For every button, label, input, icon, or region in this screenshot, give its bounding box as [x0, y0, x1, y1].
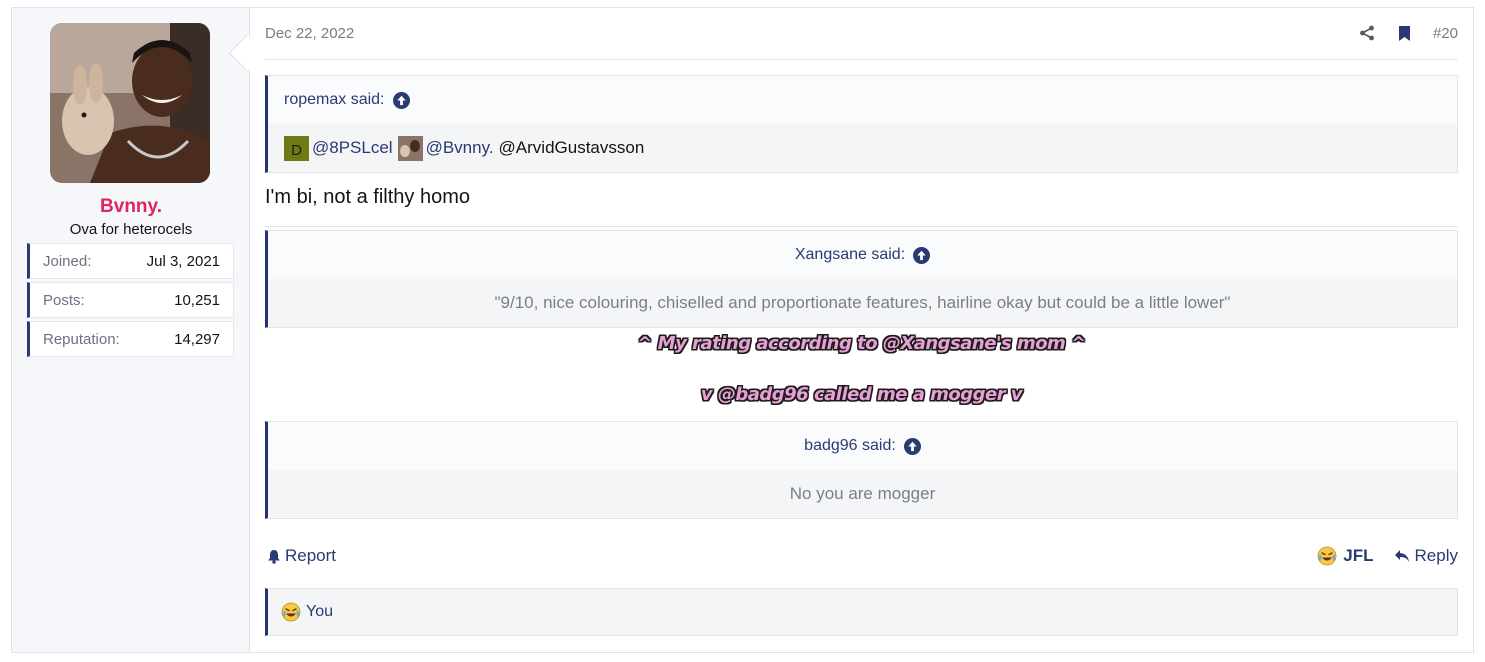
quote-body: No you are mogger: [268, 470, 1457, 518]
mention-link[interactable]: @8PSLcel: [312, 138, 393, 158]
laughing-crying-emoji-icon: [1317, 546, 1337, 566]
quote-author[interactable]: badg96 said:: [804, 437, 896, 455]
laughing-crying-emoji-icon: [281, 602, 301, 622]
bookmark-icon[interactable]: [1395, 23, 1415, 43]
stat-posts: Posts: 10,251: [27, 282, 234, 318]
stat-label: Posts:: [43, 291, 85, 309]
reactions-text: You: [306, 603, 333, 620]
quote-xangsane: Xangsane said: "9/10, nice colouring, ch…: [265, 230, 1458, 328]
stat-joined: Joined: Jul 3, 2021: [27, 243, 234, 279]
jfl-reaction-button[interactable]: JFL: [1317, 546, 1374, 566]
share-icon[interactable]: [1357, 23, 1377, 43]
post-footer: Report JFL Reply: [265, 543, 1458, 569]
stat-label: Joined:: [43, 252, 92, 270]
quote-badg96: badg96 said: No you are mogger: [265, 421, 1458, 519]
post-container: Bvnny. Ova for heterocels Joined: Jul 3,…: [11, 7, 1474, 653]
bubble-text: v @badg96 called me a mogger v: [700, 384, 1023, 405]
stat-value: 14,297: [174, 330, 220, 348]
username[interactable]: Bvnny.: [12, 196, 250, 218]
stat-reputation: Reputation: 14,297: [27, 321, 234, 357]
mention-avatar: [397, 135, 423, 161]
jfl-label: JFL: [1343, 546, 1374, 565]
post-date[interactable]: Dec 22, 2022: [265, 25, 354, 42]
go-to-quote-icon[interactable]: [913, 246, 931, 264]
report-label: Report: [285, 546, 337, 565]
post-message: I'm bi, not a filthy homo: [265, 186, 471, 208]
stat-label: Reputation:: [43, 330, 120, 348]
mention-link[interactable]: @Bvnny.: [426, 138, 494, 158]
reactions-bar[interactable]: You: [265, 588, 1458, 636]
stat-value: Jul 3, 2021: [146, 252, 220, 270]
header-divider: [265, 59, 1458, 60]
mention-avatar: D: [284, 135, 309, 161]
stat-value: 10,251: [174, 291, 220, 309]
bell-icon: [268, 549, 280, 564]
report-button[interactable]: Report: [267, 546, 336, 566]
quote-ropemax: ropemax said: D @8PSLcel @Bvnny. @ArvidG…: [265, 75, 1458, 173]
mention-text: @ArvidGustavsson: [498, 138, 645, 157]
reply-label: Reply: [1414, 546, 1458, 565]
quote-header: badg96 said:: [268, 422, 1457, 470]
quote-author[interactable]: ropemax said:: [284, 91, 385, 109]
quote-body: D @8PSLcel @Bvnny. @ArvidGustavsson: [268, 124, 1457, 172]
message-divider: [265, 226, 1458, 227]
quote-header: Xangsane said:: [268, 231, 1457, 279]
go-to-quote-icon[interactable]: [392, 91, 410, 109]
quote-author[interactable]: Xangsane said:: [795, 246, 905, 264]
quote-header: ropemax said:: [268, 76, 1457, 124]
quote-body: "9/10, nice colouring, chiselled and pro…: [268, 279, 1457, 327]
user-title: Ova for heterocels: [69, 221, 193, 238]
go-to-quote-icon[interactable]: [903, 437, 921, 455]
bubble-text: ^ My rating according to @Xangsane's mom…: [637, 333, 1086, 354]
user-avatar[interactable]: [50, 23, 210, 183]
post-number[interactable]: #20: [1433, 25, 1458, 42]
post-top-actions: #20: [1357, 23, 1458, 43]
reply-arrow-icon: [1394, 550, 1409, 562]
reply-button[interactable]: Reply: [1394, 546, 1458, 566]
user-sidebar: Bvnny. Ova for heterocels Joined: Jul 3,…: [12, 8, 250, 652]
post-actions: JFL Reply: [1317, 546, 1458, 566]
